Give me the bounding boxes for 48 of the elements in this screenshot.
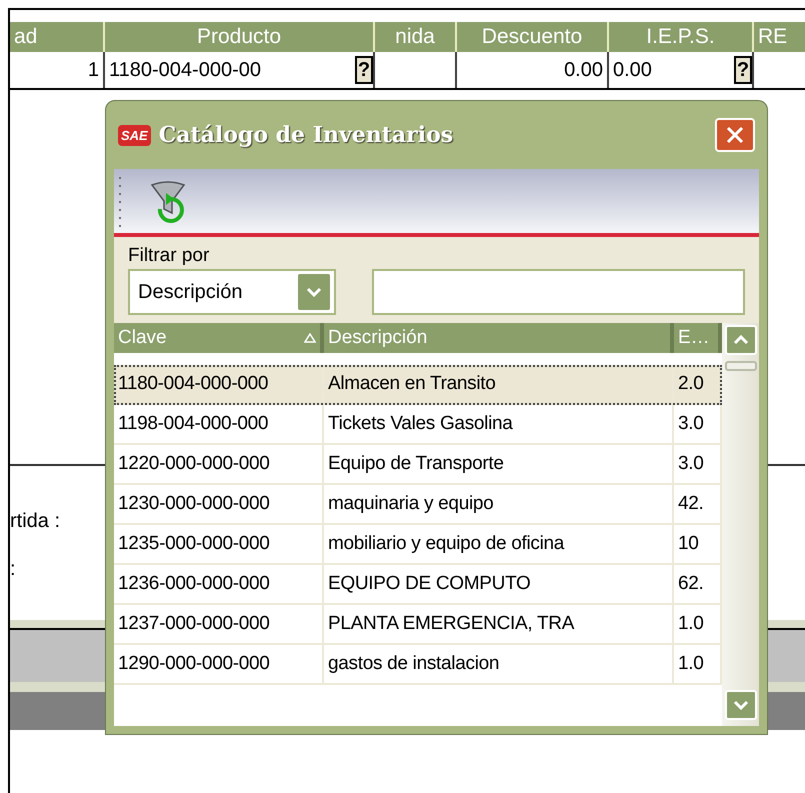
table-cell-text: 1180-004-000-00 [108, 58, 262, 83]
table-cell: EQUIPO DE COMPUTO [324, 565, 674, 603]
table-row[interactable]: 1220-000-000-000 Equipo de Transporte 3.0 [114, 445, 722, 485]
table-cell: gastos de instalacion [324, 645, 674, 683]
table-cell: Almacen en Transito [324, 365, 674, 403]
table-cell: 1180-004-000-000 [114, 365, 324, 403]
table-row[interactable]: 1230-000-000-000 maquinaria y equipo 42. [114, 485, 722, 525]
field-label: : [10, 557, 16, 582]
table-cell: Equipo de Transporte [324, 445, 674, 483]
chevron-up-icon [732, 334, 748, 346]
chevron-down-icon [732, 699, 748, 711]
table-cell: Tickets Vales Gasolina [324, 405, 674, 443]
table-cell: PLANTA EMERGENCIA, TRA [324, 605, 674, 643]
table-cell: mobiliario y equipo de oficina [324, 525, 674, 563]
table-cell: maquinaria y equipo [324, 485, 674, 523]
scroll-up-button[interactable] [724, 325, 756, 355]
lookup-button[interactable]: ? [355, 56, 373, 84]
table-row[interactable]: 1235-000-000-000 mobiliario y equipo de oficina 10 [114, 525, 722, 565]
window-title: Catálogo de Inventarios [158, 120, 454, 150]
table-row[interactable]: 1198-004-000-000 Tickets Vales Gasolina 3.0 [114, 405, 722, 445]
close-button[interactable] [715, 118, 755, 152]
table-cell: 1290-000-000-000 [114, 645, 324, 683]
close-icon [725, 125, 745, 145]
filter-dropdown[interactable]: Descripción [128, 269, 336, 315]
table-cell: 1236-000-000-000 [114, 565, 324, 603]
table-cell-text: 1 [86, 58, 100, 83]
table-cell: 1237-000-000-000 [114, 605, 324, 643]
table-row[interactable]: 1290-000-000-000 gastos de instalacion 1.0 [114, 645, 722, 685]
table-row[interactable]: 1236-000-000-000 EQUIPO DE COMPUTO 62. [114, 565, 722, 605]
table-cell-text: 0.00 [612, 58, 653, 83]
table-row[interactable]: 1237-000-000-000 PLANTA EMERGENCIA, TRA 1.0 [114, 605, 722, 645]
dropdown-button[interactable] [298, 274, 330, 310]
scroll-down-button[interactable] [724, 690, 756, 720]
scroll-thumb[interactable] [724, 361, 756, 371]
filter-label: Filtrar por [128, 244, 210, 268]
table-cell: 1220-000-000-000 [114, 445, 324, 483]
field-label: rtida : [10, 509, 60, 534]
table-cell: 1230-000-000-000 [114, 485, 324, 523]
table-cell: 1198-004-000-000 [114, 405, 324, 443]
table-cell-text: 0.00 [563, 58, 604, 83]
funnel-refresh-icon [148, 179, 188, 223]
table-cell: 1235-000-000-000 [114, 525, 324, 563]
lookup-button[interactable]: ? [734, 56, 752, 84]
app-logo: SAE [118, 124, 151, 146]
chevron-down-icon [306, 286, 322, 298]
table-row[interactable]: 1180-004-000-000 Almacen en Transito 2.0 [114, 365, 722, 405]
filter-input[interactable] [372, 269, 745, 315]
scrollbar[interactable] [722, 323, 759, 726]
